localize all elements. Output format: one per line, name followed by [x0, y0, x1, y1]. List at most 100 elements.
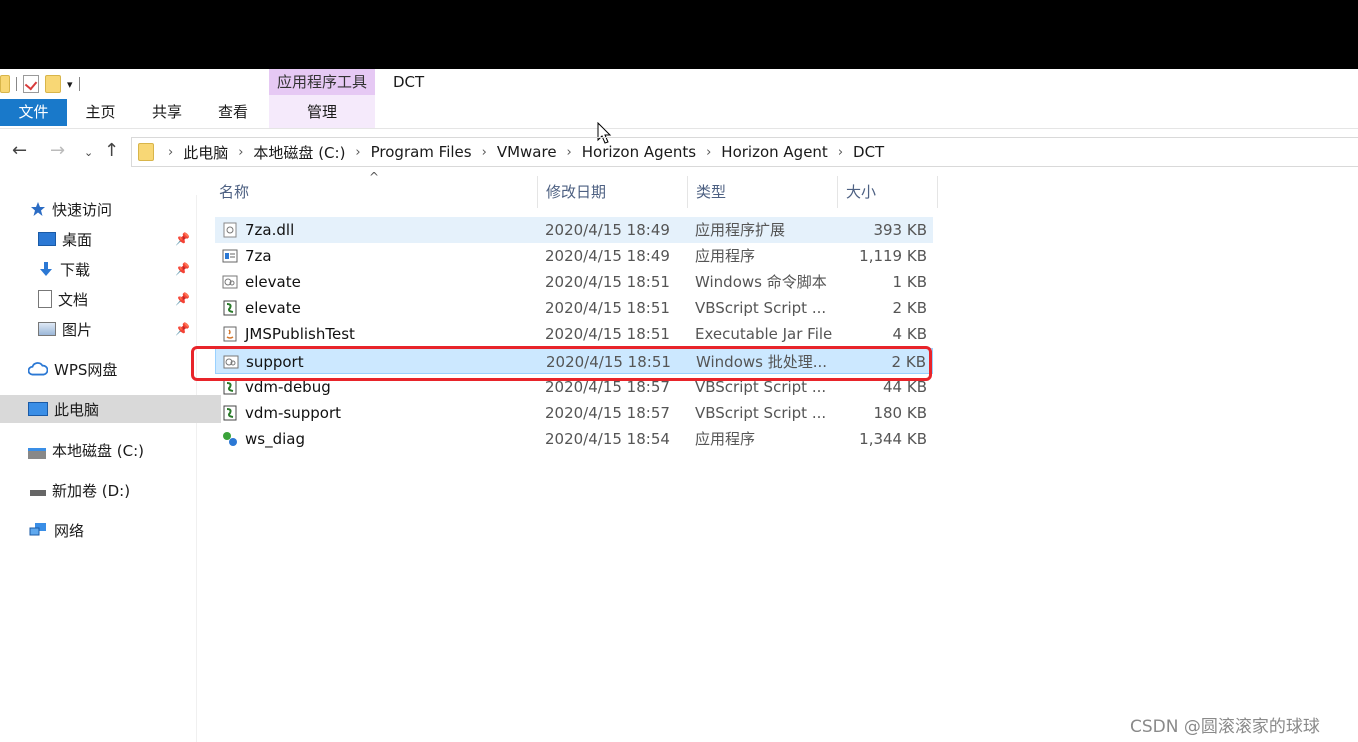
divider [16, 77, 17, 91]
vbs-icon [223, 300, 237, 316]
tab-file[interactable]: 文件 [0, 99, 67, 126]
chevron-right-icon[interactable]: › [164, 145, 177, 160]
sidebar-item-label: 网络 [54, 521, 85, 540]
pin-icon[interactable]: 📌 [175, 232, 190, 246]
file-type: VBScript Script ... [695, 404, 827, 422]
context-tab-group-label: 应用程序工具 [269, 69, 375, 95]
breadcrumb-item[interactable]: Horizon Agent [715, 143, 834, 161]
sidebar-item-wps-cloud[interactable]: WPS网盘 [0, 355, 221, 383]
vbs-icon [223, 405, 237, 421]
file-name: JMSPublishTest [245, 325, 355, 343]
tab-home[interactable]: 主页 [67, 99, 134, 126]
address-bar[interactable]: › 此电脑 › 本地磁盘 (C:) › Program Files › VMwa… [131, 137, 1358, 167]
column-header-type[interactable]: 类型 [688, 176, 838, 208]
forward-arrow-icon[interactable]: → [50, 140, 65, 161]
sidebar-item-quick-access[interactable]: 快速访问 [0, 195, 223, 223]
vbs-icon [223, 379, 237, 395]
sidebar-item-label: 桌面 [62, 230, 93, 249]
column-header-date[interactable]: 修改日期 [538, 176, 688, 208]
sidebar-item-network[interactable]: 网络 [0, 516, 221, 544]
file-date: 2020/4/15 18:51 [545, 299, 670, 317]
file-name: elevate [245, 273, 301, 291]
watermark: CSDN @圆滚滚家的球球 [1130, 717, 1320, 737]
chevron-right-icon[interactable]: › [351, 145, 364, 160]
download-icon [40, 262, 52, 276]
cloud-icon [28, 362, 48, 376]
file-type: 应用程序 [695, 247, 756, 265]
chevron-right-icon[interactable]: › [702, 145, 715, 160]
sidebar-item-label: 本地磁盘 (C:) [52, 441, 144, 460]
sidebar-item-this-pc[interactable]: 此电脑 [0, 395, 221, 423]
column-header-size[interactable]: 大小 [838, 176, 938, 208]
navigation-pane: 快速访问 桌面 📌 下载 📌 文档 📌 图片 📌 WPS网盘 此电脑 本地磁盘 … [0, 195, 221, 742]
table-row[interactable]: JMSPublishTest 2020/4/15 18:51 Executabl… [215, 321, 933, 347]
file-size: 2 KB [892, 299, 927, 317]
dll-icon [223, 222, 237, 238]
sidebar-item-label: 此电脑 [54, 400, 100, 419]
table-row[interactable]: vdm-support 2020/4/15 18:57 VBScript Scr… [215, 400, 933, 426]
breadcrumb-item[interactable]: VMware [491, 143, 563, 161]
file-name: 7za [245, 247, 272, 265]
sidebar-item-local-disk-c[interactable]: 本地磁盘 (C:) [0, 436, 221, 464]
tab-view[interactable]: 查看 [200, 99, 266, 126]
file-size: 1,119 KB [859, 247, 927, 265]
breadcrumb-item[interactable]: 此电脑 [177, 142, 234, 163]
column-header-name[interactable]: 名称 [211, 176, 538, 208]
file-name: ws_diag [245, 430, 305, 448]
sidebar-item-documents[interactable]: 文档 📌 [0, 285, 231, 313]
file-date: 2020/4/15 18:49 [545, 221, 670, 239]
tab-manage[interactable]: 管理 [269, 99, 375, 126]
chevron-right-icon[interactable]: › [563, 145, 576, 160]
back-arrow-icon[interactable]: ← [12, 140, 27, 161]
file-size: 1 KB [892, 273, 927, 291]
pin-icon[interactable]: 📌 [175, 262, 190, 276]
divider [78, 77, 80, 91]
pin-icon[interactable]: 📌 [175, 292, 190, 306]
highlight-annotation-box [191, 346, 932, 381]
table-row[interactable]: elevate 2020/4/15 18:51 Windows 命令脚本 1 K… [215, 269, 933, 295]
chevron-right-icon[interactable]: › [834, 145, 847, 160]
table-row[interactable]: elevate 2020/4/15 18:51 VBScript Script … [215, 295, 933, 321]
table-row[interactable]: ws_diag 2020/4/15 18:54 应用程序 1,344 KB [215, 426, 933, 452]
file-date: 2020/4/15 18:54 [545, 430, 670, 448]
file-type: Windows 命令脚本 [695, 273, 827, 291]
sidebar-item-label: 新加卷 (D:) [52, 481, 131, 500]
folder-icon[interactable] [0, 75, 10, 93]
file-date: 2020/4/15 18:51 [545, 325, 670, 343]
file-type: 应用程序 [695, 430, 756, 448]
file-date: 2020/4/15 18:49 [545, 247, 670, 265]
sidebar-item-downloads[interactable]: 下载 📌 [0, 255, 231, 283]
customize-qat-icon[interactable]: ▾ [67, 78, 73, 91]
breadcrumb-item[interactable]: Program Files [365, 143, 478, 161]
exe-icon [223, 432, 237, 446]
drive-icon [28, 447, 46, 459]
breadcrumb-item[interactable]: 本地磁盘 (C:) [247, 142, 351, 163]
recent-locations-chevron-icon[interactable]: ⌄ [84, 146, 93, 159]
cmd-icon [222, 275, 238, 289]
pin-icon[interactable]: 📌 [175, 322, 190, 336]
file-size: 393 KB [873, 221, 927, 239]
file-type: 应用程序扩展 [695, 221, 786, 239]
document-icon [38, 290, 52, 308]
sidebar-item-volume-d[interactable]: 新加卷 (D:) [0, 476, 223, 504]
up-arrow-icon[interactable]: ↑ [104, 140, 119, 161]
breadcrumb-item[interactable]: DCT [847, 143, 890, 161]
network-icon [29, 523, 46, 536]
breadcrumb-item[interactable]: Horizon Agents [576, 143, 702, 161]
table-row[interactable]: 7za.dll 2020/4/15 18:49 应用程序扩展 393 KB [215, 217, 933, 243]
breadcrumb: › 此电脑 › 本地磁盘 (C:) › Program Files › VMwa… [164, 142, 890, 163]
tab-share[interactable]: 共享 [134, 99, 200, 126]
chevron-right-icon[interactable]: › [234, 145, 247, 160]
sidebar-item-pictures[interactable]: 图片 📌 [0, 315, 231, 343]
chevron-right-icon[interactable]: › [478, 145, 491, 160]
sidebar-item-desktop[interactable]: 桌面 📌 [0, 225, 231, 253]
file-size: 1,344 KB [859, 430, 927, 448]
folder-icon [138, 143, 154, 161]
table-row[interactable]: 7za 2020/4/15 18:49 应用程序 1,119 KB [215, 243, 933, 269]
properties-icon[interactable] [23, 75, 39, 93]
file-type: VBScript Script ... [695, 299, 827, 317]
star-icon [31, 202, 45, 216]
new-folder-icon[interactable] [45, 75, 61, 93]
desktop-icon [38, 232, 56, 246]
file-name: 7za.dll [245, 221, 295, 239]
